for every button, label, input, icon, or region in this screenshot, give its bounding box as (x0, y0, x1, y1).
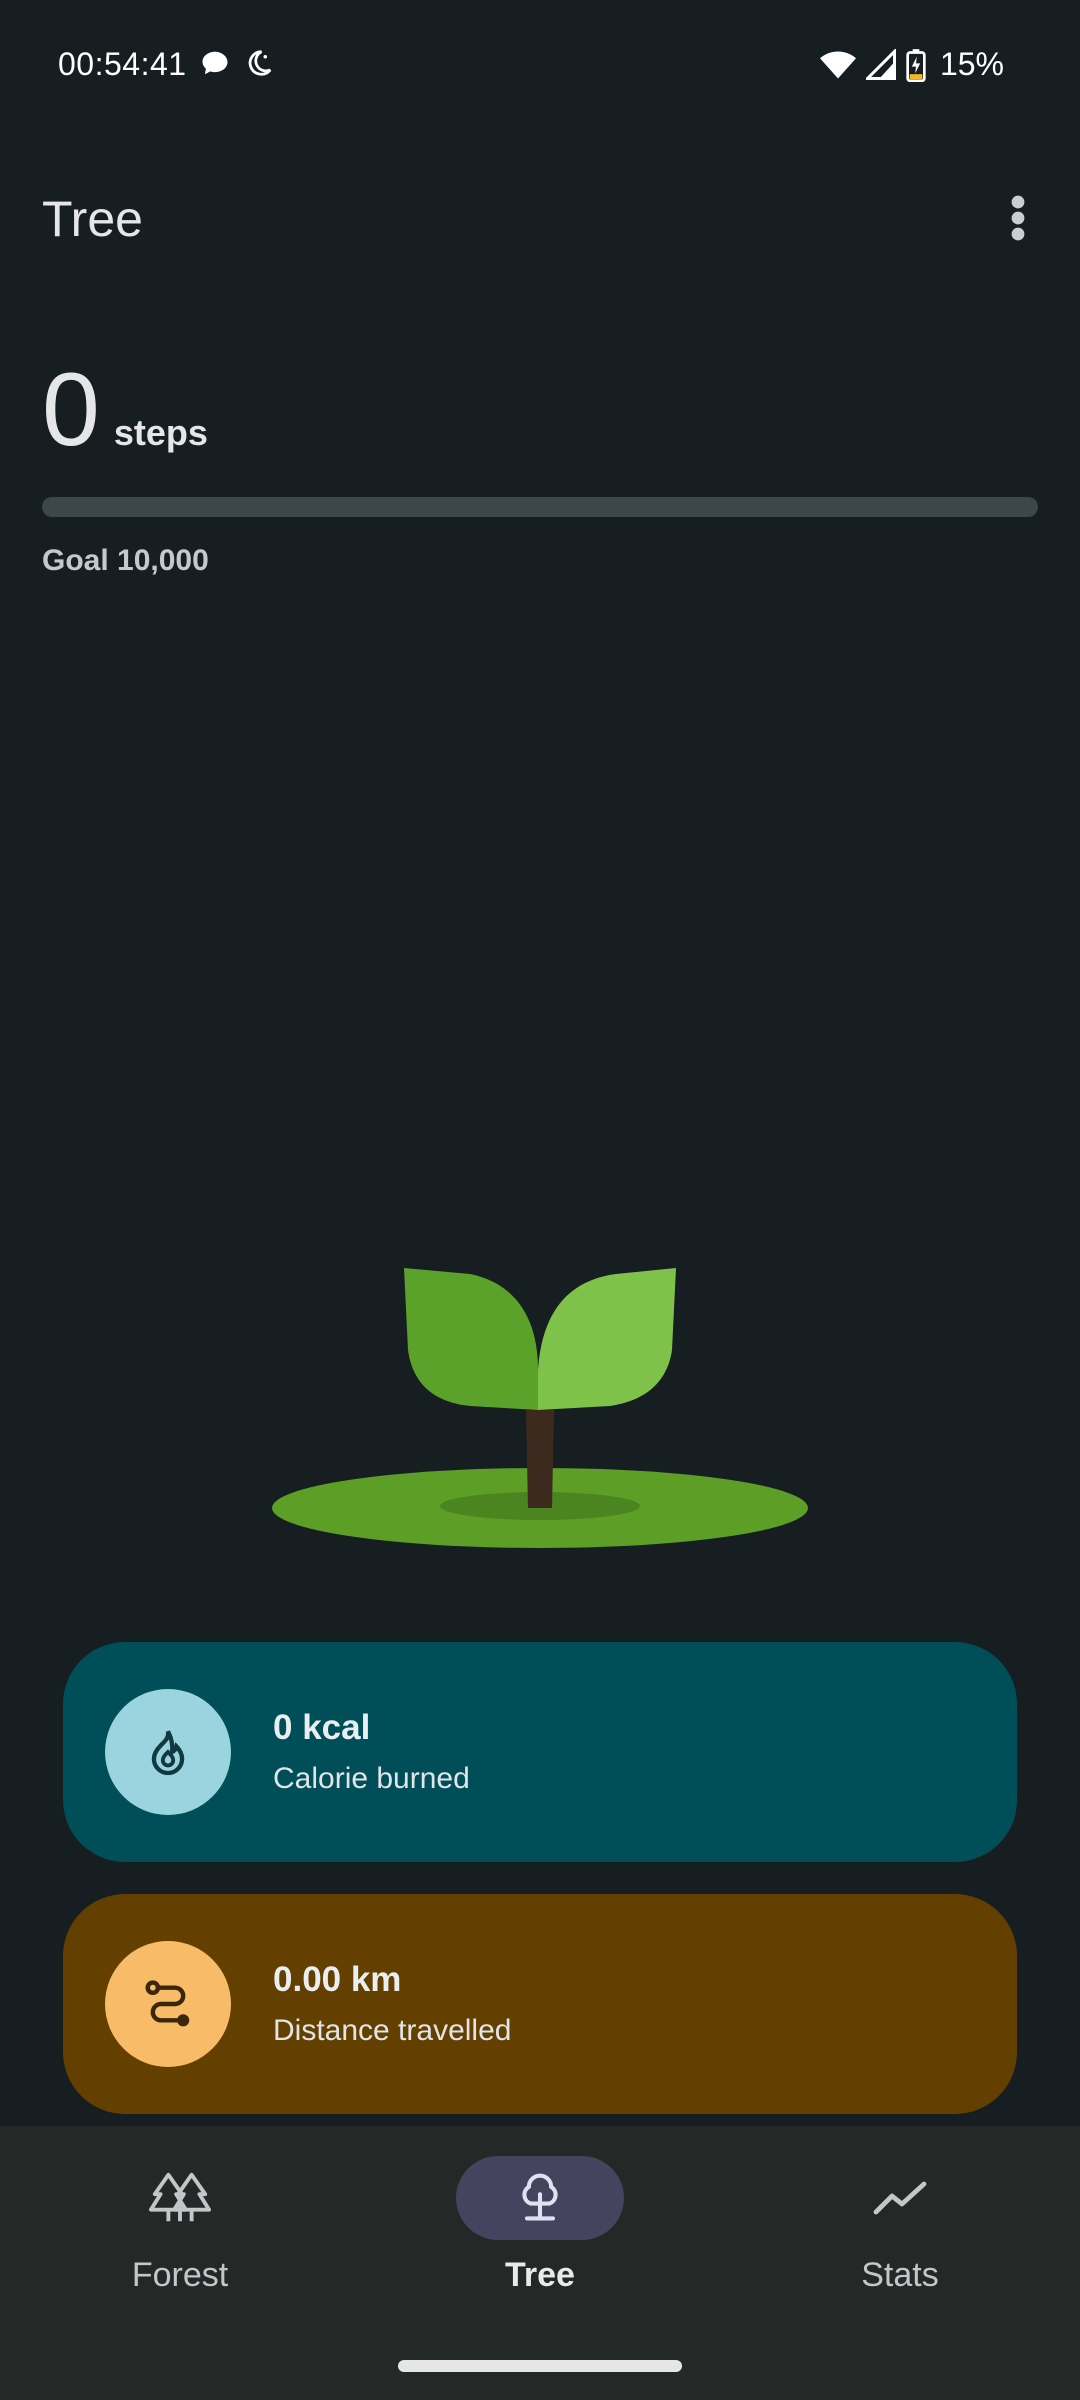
status-bar: 00:54:41 15% (0, 0, 1080, 132)
nav-label-forest: Forest (131, 2256, 229, 2294)
battery-charging-icon (906, 48, 926, 82)
nav-label-tree: Tree (505, 2256, 575, 2294)
more-options-button[interactable] (986, 182, 1050, 254)
sapling-illustration (272, 1268, 808, 1548)
status-time: 00:54:41 (58, 46, 187, 82)
flame-icon (151, 1730, 185, 1776)
distance-card[interactable]: 0.00 km Distance travelled (63, 1894, 1017, 2114)
distance-value: 0.00 km (273, 1960, 402, 1999)
calorie-text: 0 kcal Calorie burned (273, 1708, 470, 1796)
calorie-label: Calorie burned (273, 1762, 470, 1795)
home-indicator[interactable] (398, 2360, 682, 2372)
steps-unit: steps (113, 412, 208, 453)
bottom-navigation: Forest Tree Stats (0, 2126, 1080, 2400)
nav-item-tree[interactable]: Tree (360, 2156, 720, 2316)
forest-icon (149, 2172, 211, 2222)
chat-bubble-icon (202, 51, 228, 75)
status-notification-icons (200, 48, 274, 78)
more-vert-icon (1011, 195, 1025, 241)
calorie-card[interactable]: 0 kcal Calorie burned (63, 1642, 1017, 1862)
nav-tree-icon-wrap (456, 2156, 624, 2240)
do-not-disturb-moon-icon (248, 50, 272, 76)
route-icon (145, 1980, 190, 2027)
trend-line-icon (873, 2181, 927, 2215)
battery-percent: 15% (939, 46, 1004, 82)
wifi-icon (819, 51, 856, 78)
distance-text: 0.00 km Distance travelled (273, 1960, 511, 2048)
distance-label: Distance travelled (273, 2014, 512, 2047)
page-title: Tree (42, 191, 143, 247)
nav-label-stats: Stats (861, 2256, 939, 2294)
calorie-value: 0 kcal (273, 1708, 371, 1747)
tree-screen: 00:54:41 15% Tree 0 steps Goal 10,000 0 … (0, 0, 1080, 2400)
nav-item-stats[interactable]: Stats (720, 2156, 1080, 2316)
steps-goal-label: Goal 10,000 (42, 544, 209, 577)
calorie-icon-badge (105, 1689, 231, 1815)
tree-icon (522, 2173, 558, 2221)
distance-icon-badge (105, 1941, 231, 2067)
nav-forest-icon-wrap (96, 2156, 264, 2240)
app-bar: Tree (0, 160, 1080, 276)
cell-signal-icon (865, 48, 896, 80)
steps-value: 0 (42, 352, 100, 468)
steps-counter: 0 steps (42, 358, 208, 462)
steps-progress-bar (42, 497, 1038, 517)
status-system-icons: 15% (819, 46, 1004, 83)
nav-item-forest[interactable]: Forest (0, 2156, 360, 2316)
nav-stats-icon-wrap (816, 2156, 984, 2240)
